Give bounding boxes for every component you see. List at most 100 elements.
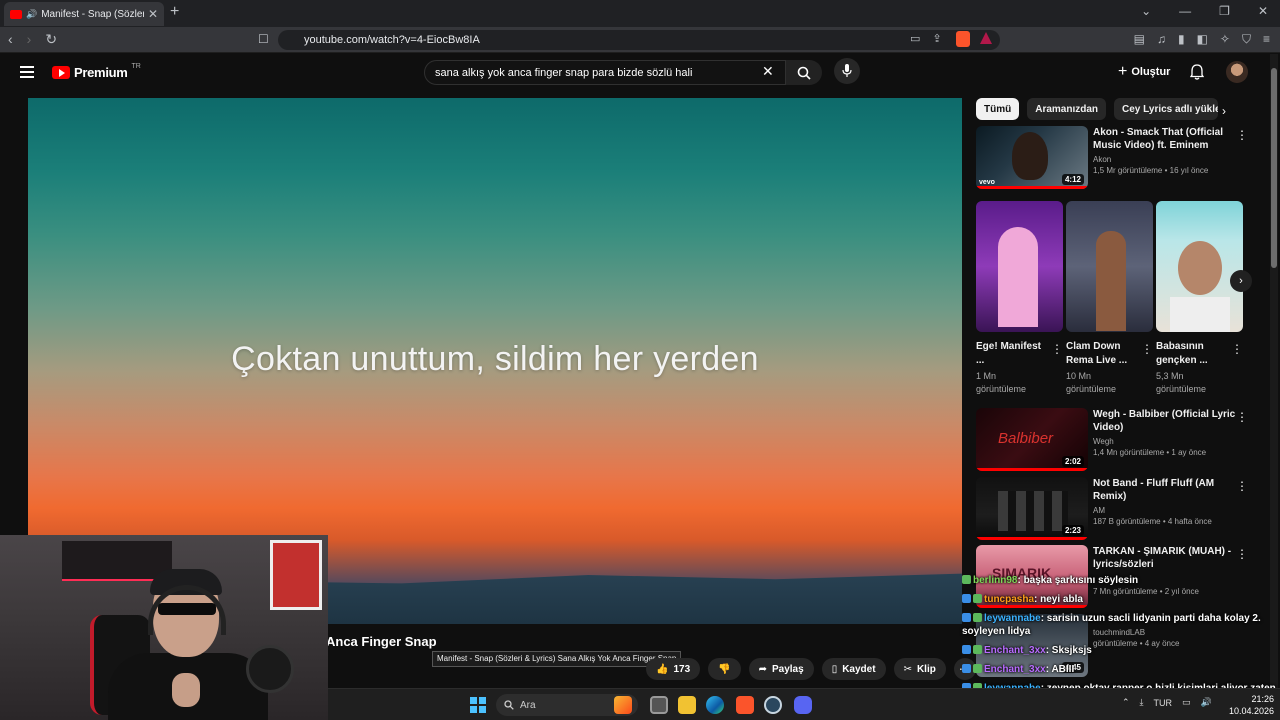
download-icon[interactable]: ⤓ xyxy=(1140,697,1144,708)
brand-label: Premium xyxy=(74,65,128,80)
video-thumbnail[interactable]: vevo 4:12 xyxy=(976,126,1088,189)
short-item[interactable]: Clam Down Rema Live ... 10 Mn görüntülem… xyxy=(1066,201,1153,396)
chip-all[interactable]: Tümü xyxy=(976,98,1020,120)
channel-name[interactable]: Akon xyxy=(1093,155,1241,164)
video-meta: 187 B görüntüleme • 4 hafta önce xyxy=(1093,517,1212,526)
short-thumbnail[interactable] xyxy=(976,201,1063,332)
copilot-icon[interactable] xyxy=(614,696,632,714)
share-icon[interactable]: ⇪ xyxy=(932,32,941,45)
search-input[interactable]: sana alkış yok anca finger snap para biz… xyxy=(424,60,786,85)
forward-icon[interactable]: › xyxy=(27,31,32,48)
windows-start-icon[interactable] xyxy=(470,697,486,713)
video-title[interactable]: Not Band - Fluff Fluff (AM Remix) xyxy=(1093,477,1241,503)
url-text: youtube.com/watch?v=4-EiocBw8IA xyxy=(304,34,480,46)
clock-time: 21:26 xyxy=(1251,694,1274,704)
avatar[interactable] xyxy=(1226,61,1248,83)
bell-icon xyxy=(1189,64,1205,80)
browser-toolbar: ‹ › ↻ ☐ youtube.com/watch?v=4-EiocBw8IA … xyxy=(0,27,1280,53)
video-duration: 2:02 xyxy=(1061,456,1084,467)
video-title[interactable]: TARKAN - ŞIMARIK (MUAH) - lyrics/sözleri xyxy=(1093,545,1241,571)
vpn-icon[interactable]: ⛉ xyxy=(1242,32,1251,47)
more-options-icon[interactable]: ⋮ xyxy=(1051,342,1063,356)
recommended-video[interactable]: vevo 4:12 Akon - Smack That (Official Mu… xyxy=(976,126,1256,192)
system-tray: ⌃ ⤓ TUR ▭ 🔊 xyxy=(1122,697,1212,708)
taskbar-clock[interactable]: 21:26 10.04.2026 xyxy=(1228,693,1274,717)
scrollbar-thumb[interactable] xyxy=(1271,68,1277,268)
chip-uploader[interactable]: Cey Lyrics adlı yükleyici xyxy=(1114,98,1219,120)
task-view-icon[interactable] xyxy=(650,696,668,714)
video-title[interactable]: Wegh - Balbiber (Official Lyric Video) xyxy=(1093,408,1241,434)
short-thumbnail[interactable] xyxy=(1066,201,1153,332)
clear-search-icon[interactable]: ✕ xyxy=(762,63,774,80)
chips-next-icon[interactable]: › xyxy=(1222,104,1226,118)
youtube-favicon-icon xyxy=(10,9,22,19)
lyric-caption: Çoktan unuttum, sildim her yerden xyxy=(231,340,759,378)
monitor-icon[interactable]: ▭ xyxy=(1182,697,1191,708)
tab-search-icon[interactable]: ⌄ xyxy=(1141,4,1151,18)
windows-taskbar: Ara ⌃ ⤓ TUR ▭ 🔊 21:26 10.04.2026 xyxy=(328,688,1280,720)
hamburger-menu-icon[interactable] xyxy=(20,66,34,81)
maximize-button[interactable]: ❐ xyxy=(1219,4,1230,18)
shorts-next-button[interactable]: › xyxy=(1230,270,1252,292)
create-button[interactable]: + Oluştur xyxy=(1118,63,1170,81)
search-button[interactable] xyxy=(786,60,822,85)
short-thumbnail[interactable] xyxy=(1156,201,1243,332)
dislike-button[interactable]: 👎 xyxy=(708,658,741,680)
like-button[interactable]: 👍 173 xyxy=(646,658,701,680)
language-indicator[interactable]: TUR xyxy=(1154,698,1173,708)
music-icon[interactable]: ♫ xyxy=(1157,32,1166,47)
recommended-video[interactable]: 2:23 Not Band - Fluff Fluff (AM Remix) A… xyxy=(976,477,1256,543)
share-button[interactable]: ➦ Paylaş xyxy=(748,658,814,680)
leo-icon[interactable]: ✧ xyxy=(1220,32,1230,47)
minimize-button[interactable]: — xyxy=(1179,4,1191,18)
youtube-logo[interactable]: Premium TR xyxy=(52,63,141,80)
wallet-icon[interactable]: ◧ xyxy=(1197,32,1208,47)
more-options-icon[interactable]: ⋮ xyxy=(1236,479,1248,493)
clip-button[interactable]: ✂ Klip xyxy=(893,658,946,680)
more-options-icon[interactable]: ⋮ xyxy=(1141,342,1153,356)
recommended-video[interactable]: Balbiber 2:02 Wegh - Balbiber (Official … xyxy=(976,408,1256,474)
bookmark-icon[interactable]: ☐ xyxy=(258,32,269,46)
brave-icon[interactable] xyxy=(736,696,754,714)
edge-icon[interactable] xyxy=(706,696,724,714)
back-icon[interactable]: ‹ xyxy=(8,31,13,48)
tab-close-icon[interactable]: ✕ xyxy=(148,7,158,21)
browser-tab[interactable]: 🔊 Manifest - Snap (Sözleri & Lyrics) ✕ xyxy=(4,2,164,26)
voice-search-button[interactable] xyxy=(834,58,860,84)
reader-icon[interactable]: ▤ xyxy=(1134,32,1145,47)
tab-title: Manifest - Snap (Sözleri & Lyrics) xyxy=(41,8,144,20)
chat-user: Enchant_3xx xyxy=(984,645,1046,656)
video-actions: 👍 173 👎 ➦ Paylaş ▯ Kaydet ✂ Klip ⋯ xyxy=(646,658,976,680)
save-button[interactable]: ▯ Kaydet xyxy=(821,658,886,680)
short-item[interactable]: Babasının gençken ... 5,3 Mn görüntüleme… xyxy=(1156,201,1243,396)
more-options-icon[interactable]: ⋮ xyxy=(1236,410,1248,424)
window-controls: ⌄ — ❐ ✕ xyxy=(1141,4,1268,18)
notifications-button[interactable] xyxy=(1189,64,1205,85)
more-options-icon[interactable]: ⋮ xyxy=(1236,128,1248,142)
address-bar[interactable]: youtube.com/watch?v=4-EiocBw8IA xyxy=(278,30,1000,50)
reload-icon[interactable]: ↻ xyxy=(45,31,57,48)
short-item[interactable]: Ege! Manifest ... 1 Mn görüntüleme ⋮ xyxy=(976,201,1063,396)
tray-chevron-icon[interactable]: ⌃ xyxy=(1122,697,1130,708)
brave-rewards-icon[interactable] xyxy=(980,32,992,44)
chip-from-search[interactable]: Aramanızdan xyxy=(1027,98,1107,120)
video-thumbnail[interactable]: 2:23 xyxy=(976,477,1088,540)
channel-name[interactable]: AM xyxy=(1093,506,1241,515)
cast-icon[interactable]: ▭ xyxy=(910,32,920,45)
video-title[interactable]: Akon - Smack That (Official Music Video)… xyxy=(1093,126,1241,152)
sidebar-icon[interactable]: ▮ xyxy=(1178,32,1185,47)
close-window-button[interactable]: ✕ xyxy=(1258,4,1268,18)
discord-icon[interactable] xyxy=(794,696,812,714)
audio-icon[interactable]: 🔊 xyxy=(26,9,37,20)
steam-icon[interactable] xyxy=(764,696,782,714)
file-explorer-icon[interactable] xyxy=(678,696,696,714)
video-thumbnail[interactable]: Balbiber 2:02 xyxy=(976,408,1088,471)
new-tab-button[interactable]: + xyxy=(170,3,179,21)
more-options-icon[interactable]: ⋮ xyxy=(1236,547,1248,561)
more-options-icon[interactable]: ⋮ xyxy=(1231,342,1243,356)
clock-date: 10.04.2026 xyxy=(1228,706,1274,716)
menu-icon[interactable]: ≡ xyxy=(1263,32,1270,47)
brave-shields-icon[interactable] xyxy=(956,31,970,47)
volume-icon[interactable]: 🔊 xyxy=(1201,697,1212,708)
channel-name[interactable]: Wegh xyxy=(1093,437,1241,446)
